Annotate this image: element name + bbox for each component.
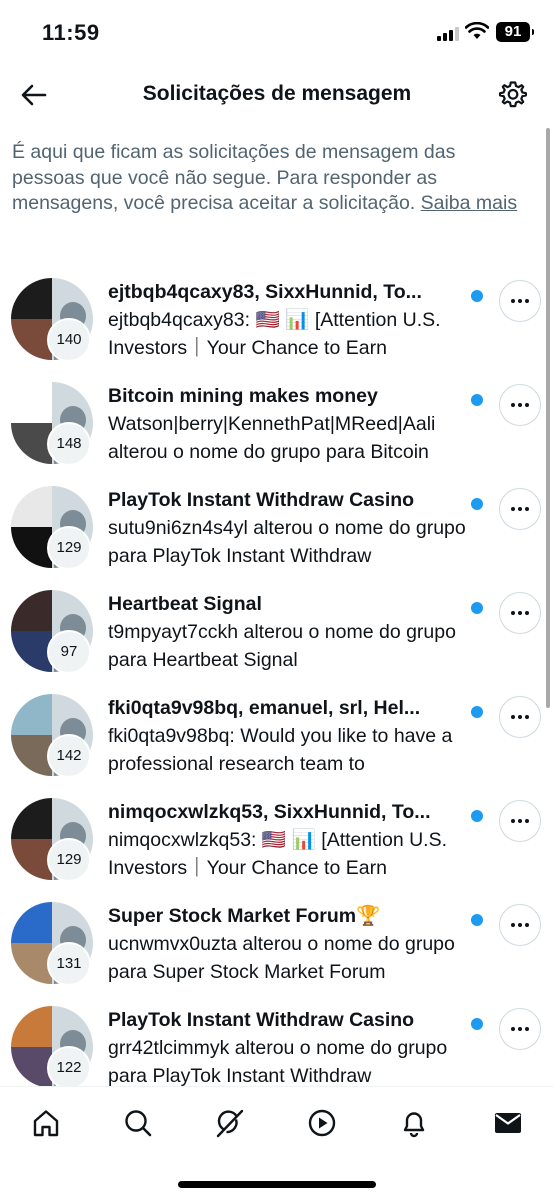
unread-dot [471,394,483,406]
home-indicator [178,1181,376,1188]
unread-dot [471,810,483,822]
request-row[interactable]: 131 Super Stock Market Forum🏆 ucnwmvx0uzt… [0,892,554,996]
request-row[interactable]: 129 PlayTok Instant Withdraw Casino sutu9… [0,476,554,580]
scrollbar[interactable] [546,128,550,708]
member-count-badge: 140 [47,318,91,362]
member-count-badge: 148 [47,422,91,466]
tab-home[interactable] [24,1101,68,1145]
request-row[interactable]: 142 fki0qta9v98bq, emanuel, srl, Hel... f… [0,684,554,788]
more-options-button[interactable] [499,280,541,322]
more-options-button[interactable] [499,384,541,426]
more-options-button[interactable] [499,800,541,842]
request-title: ejtbqb4qcaxy83, SixxHunnid, To... [108,281,422,303]
request-title: PlayTok Instant Withdraw Casino [108,489,415,511]
unread-dot [471,602,483,614]
request-row[interactable]: 140 ejtbqb4qcaxy83, SixxHunnid, To... ejt… [0,268,554,372]
request-title: Bitcoin mining makes money [108,385,378,407]
status-time: 11:59 [42,20,100,45]
request-title: Super Stock Market Forum🏆 [108,905,381,927]
request-preview: nimqocxwlzkq53: 🇺🇸 📊 [Attention U.S. Inv… [108,829,448,879]
grok-icon [216,1109,244,1138]
request-row[interactable]: 97 Heartbeat Signal t9mpyayt7cckh alterou… [0,580,554,684]
signal-icon [437,26,459,41]
unread-dot [471,706,483,718]
request-title: nimqocxwlzkq53, SixxHunnid, To... [108,801,431,823]
request-preview: Watson|berry|KennethPat|MReed|Aali alter… [108,413,436,463]
member-count-badge: 122 [47,1046,91,1090]
unread-dot [471,1018,483,1030]
more-options-button[interactable] [499,488,541,530]
more-options-button[interactable] [499,1008,541,1050]
member-count-badge: 142 [47,734,91,778]
request-row[interactable]: 129 nimqocxwlzkq53, SixxHunnid, To... nim… [0,788,554,892]
play-icon [308,1109,336,1137]
member-count-badge: 97 [47,630,91,674]
info-description: É aqui que ficam as solicitações de mens… [12,141,456,214]
tab-video[interactable] [300,1101,344,1145]
settings-button[interactable] [496,77,530,111]
request-preview: t9mpyayt7cckh alterou o nome do grupo pa… [108,621,456,671]
request-title: fki0qta9v98bq, emanuel, srl, Hel... [108,697,421,719]
request-preview: ucnwmvx0uzta alterou o nome do grupo par… [108,933,455,983]
header: Solicitações de mensagem [0,66,554,124]
learn-more-link[interactable]: Saiba mais [421,192,517,214]
unread-dot [471,498,483,510]
request-preview: ejtbqb4qcaxy83: 🇺🇸 📊 [Attention U.S. Inv… [108,309,441,359]
request-title: PlayTok Instant Withdraw Casino [108,1009,415,1031]
request-preview: sutu9ni6zn4s4yl alterou o nome do grupo … [108,517,466,567]
tab-search[interactable] [116,1101,160,1145]
wifi-icon [465,22,489,39]
request-title: Heartbeat Signal [108,593,262,615]
member-count-badge: 129 [47,838,91,882]
page-title: Solicitações de mensagem [142,82,412,105]
request-preview: fki0qta9v98bq: Would you like to have a … [108,725,453,775]
more-options-button[interactable] [499,696,541,738]
tab-grok[interactable] [208,1101,252,1145]
request-preview: grr42tlcimmyk alterou o nome do grupo pa… [108,1037,448,1087]
info-text: É aqui que ficam as solicitações de mens… [12,140,532,217]
bell-icon [403,1112,425,1138]
tab-messages[interactable] [486,1101,530,1145]
home-icon [33,1110,59,1137]
request-row[interactable]: 148 Bitcoin mining makes money Watson|ber… [0,372,554,476]
mail-icon [495,1113,521,1133]
more-options-button[interactable] [499,904,541,946]
request-list: 140 ejtbqb4qcaxy83, SixxHunnid, To... ejt… [0,268,554,1100]
battery-indicator: 91 [496,22,534,42]
more-options-button[interactable] [499,592,541,634]
unread-dot [471,290,483,302]
tab-notifications[interactable] [392,1101,436,1145]
search-icon [125,1110,152,1137]
member-count-badge: 131 [47,942,91,986]
status-bar: 11:59 91 [0,0,554,66]
unread-dot [471,914,483,926]
gear-icon [499,81,527,108]
request-row[interactable]: 122 PlayTok Instant Withdraw Casino grr42… [0,996,554,1100]
member-count-badge: 129 [47,526,91,570]
